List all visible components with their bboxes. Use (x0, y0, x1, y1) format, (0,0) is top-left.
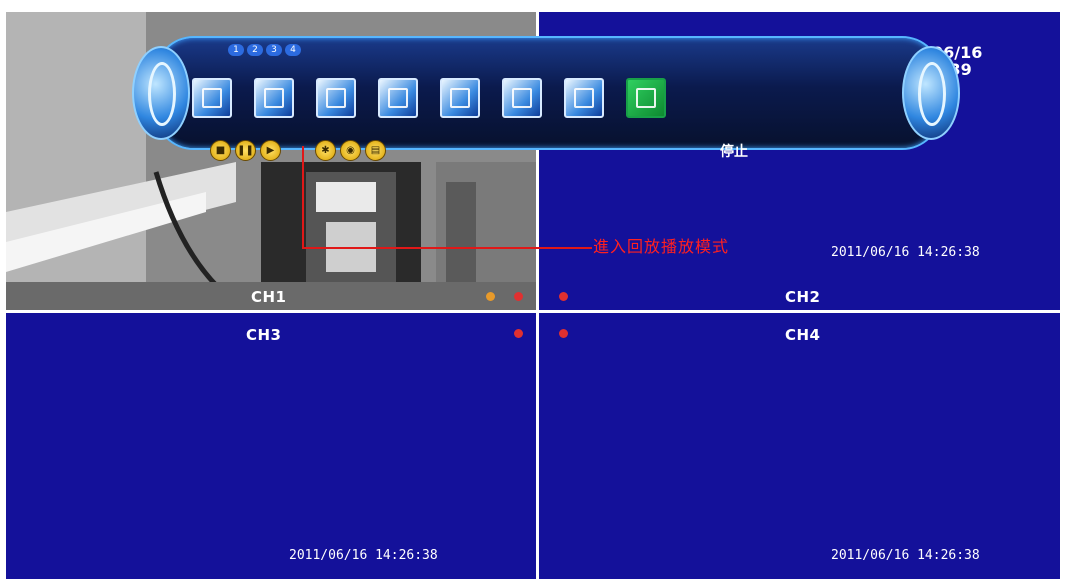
channel-tab-4[interactable]: 4 (285, 44, 301, 56)
channel-label: CH2 (785, 288, 821, 306)
toolbar-caption: 停止 (720, 144, 748, 160)
record-indicator-icon (514, 329, 523, 338)
pause-button[interactable]: ❚❚ (235, 140, 256, 161)
channel-label: CH1 (251, 288, 287, 306)
channel-tab-1[interactable]: 1 (228, 44, 244, 56)
window-icon[interactable] (564, 78, 604, 118)
channel-number-tabs: 1 2 3 4 (228, 44, 301, 56)
callout-line-horizontal (302, 247, 592, 249)
toolbar-left-arrow[interactable] (132, 46, 190, 140)
chart-icon[interactable] (378, 78, 418, 118)
split-icon[interactable] (502, 78, 542, 118)
record-indicator-icon (559, 292, 568, 301)
timestamp: 2011/06/16 14:26:38 (831, 548, 980, 563)
record-icon[interactable] (254, 78, 294, 118)
callout-text: 進入回放播放模式 (593, 237, 730, 256)
screen-icon[interactable] (192, 78, 232, 118)
stop-button[interactable]: ■ (210, 140, 231, 161)
channel-label: CH3 (246, 326, 282, 344)
motion-indicator-icon (486, 292, 495, 301)
toolbar-right-arrow[interactable] (902, 46, 960, 140)
record-indicator-icon (559, 329, 568, 338)
play-button[interactable]: ▶ (260, 140, 281, 161)
record-indicator-icon (514, 292, 523, 301)
channel-label: CH4 (785, 326, 821, 344)
snapshot-button[interactable]: ◉ (340, 140, 361, 161)
channel-tab-2[interactable]: 2 (247, 44, 263, 56)
callout-line-vertical (302, 146, 304, 248)
channel-3-view[interactable]: CH3 2011/06/16 14:26:38 (6, 313, 536, 579)
timestamp: 2011/06/16 14:26:38 (289, 548, 438, 563)
grid-icon[interactable] (626, 78, 666, 118)
channel-4-view[interactable]: CH4 2011/06/16 14:26:38 (539, 313, 1060, 579)
toolbar-icon-row (192, 78, 666, 118)
settings-button[interactable]: ✱ (315, 140, 336, 161)
channel-tab-3[interactable]: 3 (266, 44, 282, 56)
network-icon[interactable] (440, 78, 480, 118)
backup-button[interactable]: ▤ (365, 140, 386, 161)
main-toolbar: 1 2 3 4 ■ ❚❚ ▶ ✱ ◉ ▤ 停止 (132, 28, 960, 161)
timestamp: 2011/06/16 14:26:38 (831, 245, 980, 260)
playback-controls: ■ ❚❚ ▶ ✱ ◉ ▤ (210, 140, 386, 161)
search-icon[interactable] (316, 78, 356, 118)
